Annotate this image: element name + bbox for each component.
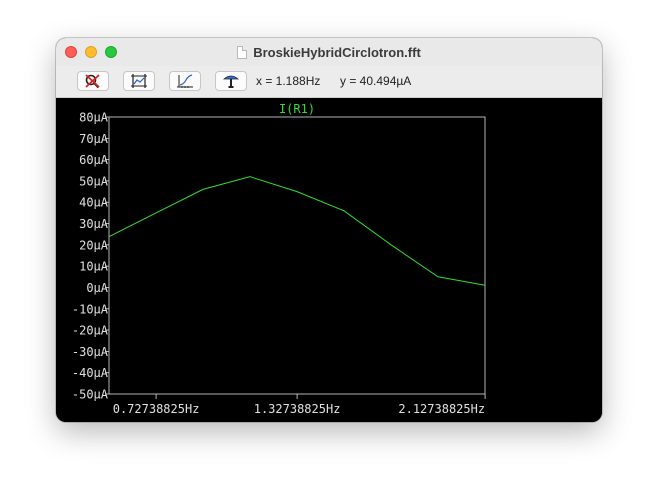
- window-title-text: BroskieHybridCirclotron.fft: [253, 44, 421, 60]
- y-tick-label: 40µA: [79, 196, 109, 210]
- y-tick-label: -50µA: [72, 388, 109, 402]
- y-tick-label: 80µA: [79, 111, 109, 125]
- y-tick-label: -30µA: [72, 345, 109, 359]
- autorange-icon: [131, 74, 147, 88]
- app-window: BroskieHybridCirclotron.fft x = 1.188Hz …: [56, 38, 602, 422]
- trace-line: [108, 176, 486, 286]
- probe-button[interactable]: [215, 71, 247, 91]
- y-tick-label: -20µA: [72, 324, 109, 338]
- y-tick-label: 10µA: [79, 260, 109, 274]
- document-icon: [237, 45, 248, 59]
- log-scale-icon: [177, 74, 193, 88]
- x-tick-label: 1.32738825Hz: [254, 402, 341, 416]
- x-tick-label: 2.12738825Hz: [398, 402, 485, 416]
- log-scale-button[interactable]: [169, 71, 201, 91]
- y-tick-label: 50µA: [79, 174, 109, 188]
- y-tick-label: 60µA: [79, 153, 109, 167]
- zoom-cancel-icon: [85, 74, 100, 89]
- cursor-y-readout: y = 40.494µA: [340, 74, 412, 88]
- window-title: BroskieHybridCirclotron.fft: [56, 38, 602, 66]
- plot-area[interactable]: 80µA 70µA 60µA 50µA 40µA 30µA 20µA 10µA 0µA -10µA…: [56, 98, 602, 422]
- x-axis: 0.72738825Hz 1.32738825Hz 2.12738825Hz: [113, 394, 486, 416]
- y-tick-label: -40µA: [72, 366, 109, 380]
- trace-label: I(R1): [279, 102, 315, 116]
- y-tick-label: -10µA: [72, 302, 109, 316]
- y-tick-label: 0µA: [86, 281, 108, 295]
- probe-icon: [222, 75, 240, 88]
- autorange-button[interactable]: [123, 71, 155, 91]
- x-tick-label: 0.72738825Hz: [113, 402, 200, 416]
- zoom-cancel-button[interactable]: [77, 71, 109, 91]
- cursor-x-readout: x = 1.188Hz: [256, 74, 321, 88]
- waveform-chart[interactable]: 80µA 70µA 60µA 50µA 40µA 30µA 20µA 10µA 0µA -10µA…: [56, 98, 602, 422]
- y-tick-label: 20µA: [79, 238, 109, 252]
- y-tick-label: 70µA: [79, 132, 109, 146]
- title-bar[interactable]: BroskieHybridCirclotron.fft: [56, 38, 602, 66]
- y-axis: 80µA 70µA 60µA 50µA 40µA 30µA 20µA 10µA 0µA -10µA…: [72, 111, 109, 402]
- toolbar: x = 1.188Hz y = 40.494µA: [56, 66, 602, 98]
- plot-frame: [108, 116, 486, 395]
- y-tick-label: 30µA: [79, 217, 109, 231]
